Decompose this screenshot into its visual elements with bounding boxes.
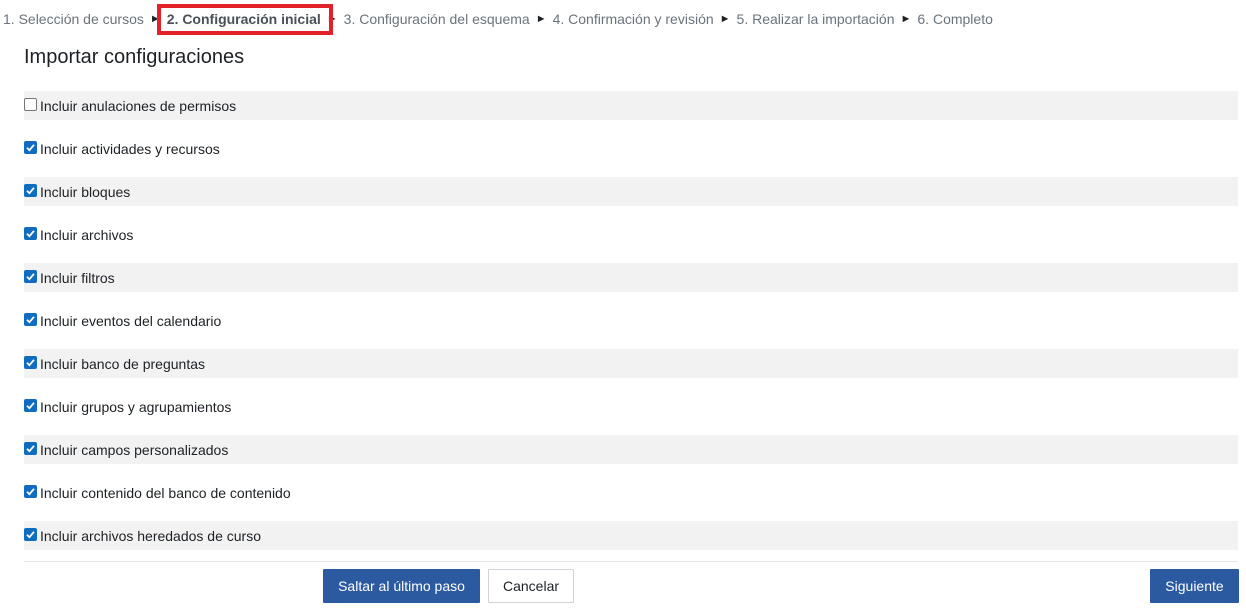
- option-label: Incluir eventos del calendario: [40, 312, 222, 329]
- option-checkbox[interactable]: [24, 184, 37, 197]
- checkmark-icon: [26, 531, 35, 539]
- arrow-right-icon: ►: [535, 13, 547, 25]
- option-checkbox[interactable]: [24, 442, 37, 455]
- option-band: Incluir bloques: [24, 177, 1238, 206]
- option-row: Incluir archivos: [24, 217, 1238, 260]
- checkmark-icon: [26, 488, 35, 496]
- option-label: Incluir contenido del banco de contenido: [40, 484, 291, 501]
- option-band: Incluir filtros: [24, 263, 1238, 292]
- option-row: Incluir contenido del banco de contenido: [24, 475, 1238, 518]
- option-label: Incluir archivos: [40, 226, 134, 243]
- checkmark-icon: [26, 187, 35, 195]
- option-label: Incluir bloques: [40, 183, 131, 200]
- option-checkbox[interactable]: [24, 227, 37, 240]
- option-checkbox[interactable]: [24, 528, 37, 541]
- option-checkbox[interactable]: [24, 98, 37, 111]
- option-label: Incluir archivos heredados de curso: [40, 527, 262, 544]
- option-band: Incluir anulaciones de permisos: [24, 91, 1238, 120]
- import-settings-list: Incluir anulaciones de permisos Incluir a…: [24, 88, 1238, 561]
- option-band: Incluir eventos del calendario: [24, 306, 1238, 335]
- checkmark-icon: [26, 144, 35, 152]
- option-checkbox[interactable]: [24, 399, 37, 412]
- option-row: Incluir grupos y agrupamientos: [24, 389, 1238, 432]
- step-course-selection: 1. Selección de cursos: [3, 11, 144, 27]
- step-confirmation-review: 4. Confirmación y revisión: [552, 11, 714, 27]
- step-perform-import: 5. Realizar la importación: [736, 11, 895, 27]
- option-label: Incluir banco de preguntas: [40, 355, 205, 372]
- option-checkbox[interactable]: [24, 141, 37, 154]
- option-checkbox[interactable]: [24, 270, 37, 283]
- option-row: Incluir eventos del calendario: [24, 303, 1238, 346]
- checkmark-icon: [26, 445, 35, 453]
- option-label: Incluir actividades y recursos: [40, 140, 220, 157]
- option-band: Incluir campos personalizados: [24, 435, 1238, 464]
- checkmark-icon: [26, 402, 35, 410]
- option-band: Incluir grupos y agrupamientos: [24, 392, 1238, 421]
- option-label: Incluir campos personalizados: [40, 441, 229, 458]
- step-complete: 6. Completo: [917, 11, 993, 27]
- progress-steps: 1. Selección de cursos ► 2. Configuració…: [3, 4, 993, 35]
- option-checkbox[interactable]: [24, 313, 37, 326]
- option-row: Incluir anulaciones de permisos: [24, 88, 1238, 131]
- option-row: Incluir bloques: [24, 174, 1238, 217]
- option-row: Incluir campos personalizados: [24, 432, 1238, 475]
- option-band: Incluir actividades y recursos: [24, 134, 1238, 163]
- option-row: Incluir actividades y recursos: [24, 131, 1238, 174]
- option-band: Incluir contenido del banco de contenido: [24, 478, 1238, 507]
- option-row: Incluir archivos heredados de curso: [24, 518, 1238, 561]
- option-label: Incluir anulaciones de permisos: [40, 97, 237, 114]
- option-row: Incluir banco de preguntas: [24, 346, 1238, 389]
- option-band: Incluir archivos heredados de curso: [24, 521, 1238, 550]
- arrow-right-icon: ►: [719, 13, 731, 25]
- cancel-button[interactable]: Cancelar: [488, 569, 574, 603]
- step-schema-settings: 3. Configuración del esquema: [343, 11, 530, 27]
- checkmark-icon: [26, 273, 35, 281]
- option-label: Incluir filtros: [40, 269, 115, 286]
- divider: [24, 561, 1238, 562]
- checkmark-icon: [26, 316, 35, 324]
- option-checkbox[interactable]: [24, 356, 37, 369]
- option-band: Incluir archivos: [24, 220, 1238, 249]
- next-button[interactable]: Siguiente: [1150, 569, 1239, 603]
- checkmark-icon: [26, 230, 35, 238]
- option-checkbox[interactable]: [24, 485, 37, 498]
- arrow-right-icon: ►: [900, 13, 912, 25]
- step-initial-settings: 2. Configuración inicial: [156, 4, 333, 35]
- option-row: Incluir filtros: [24, 260, 1238, 303]
- option-label: Incluir grupos y agrupamientos: [40, 398, 232, 415]
- option-band: Incluir banco de preguntas: [24, 349, 1238, 378]
- checkmark-icon: [26, 359, 35, 367]
- section-title: Importar configuraciones: [24, 46, 245, 68]
- skip-to-last-step-button[interactable]: Saltar al último paso: [323, 569, 480, 603]
